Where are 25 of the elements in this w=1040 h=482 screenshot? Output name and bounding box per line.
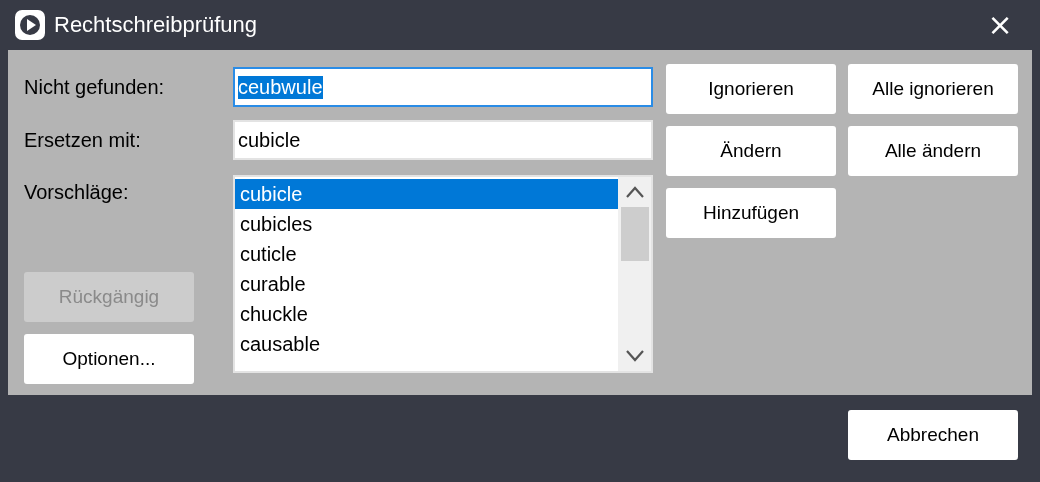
list-item[interactable]: causable [235, 329, 618, 359]
close-button[interactable]: × [970, 3, 1030, 47]
list-item[interactable]: curable [235, 269, 618, 299]
list-item[interactable]: cuticle [235, 239, 618, 269]
dialog-button[interactable]: Ignorieren [666, 64, 836, 114]
play-logo-icon [14, 9, 46, 41]
cancel-button[interactable]: Abbrechen [848, 410, 1018, 460]
suggestions-label: Vorschläge: [24, 181, 130, 204]
list-item[interactable]: chuckle [235, 299, 618, 329]
dialog-button[interactable]: Hinzufügen [666, 188, 836, 238]
dialog-button[interactable]: Optionen... [24, 334, 194, 384]
chevron-up-icon[interactable] [624, 185, 645, 199]
dialog-button[interactable]: Ändern [666, 126, 836, 176]
field-label: Ersetzen mit: [24, 128, 142, 152]
text-field[interactable]: cubicle [233, 120, 653, 160]
dialog-button[interactable]: Alle ignorieren [848, 64, 1018, 114]
list-item[interactable]: cubicles [235, 209, 618, 239]
window-title: Rechtschreibprüfung [54, 12, 258, 38]
scrollbar-thumb[interactable] [620, 207, 649, 261]
text-field[interactable]: ceubwule [233, 67, 653, 107]
field-label: Nicht gefunden: [24, 75, 166, 99]
scrollbar[interactable] [618, 177, 651, 371]
dialog-button[interactable]: Alle ändern [848, 126, 1018, 176]
list-item[interactable]: cubicle [235, 179, 618, 209]
chevron-down-icon[interactable] [624, 349, 645, 363]
